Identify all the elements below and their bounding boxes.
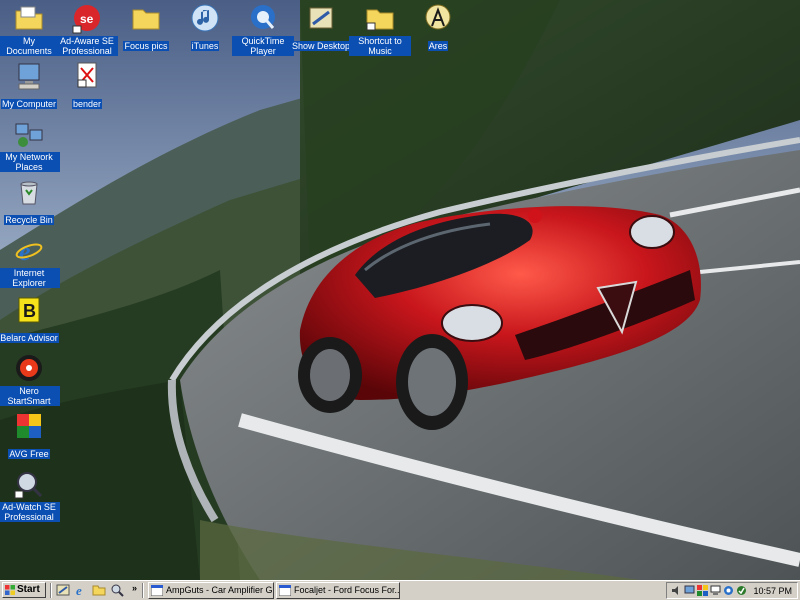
bender-file-icon: [77, 62, 97, 88]
internet-explorer-icon: e: [15, 237, 43, 266]
nero-icon: [16, 355, 42, 381]
svg-text:e: e: [76, 583, 82, 597]
icon-label: AVG Free: [8, 449, 50, 459]
desktop-icon-show-desktop[interactable]: Show Desktop: [290, 2, 352, 54]
icon-label: Belarc Advisor: [0, 333, 59, 343]
desktop-icon-internet-explorer[interactable]: e Internet Explorer: [0, 234, 60, 291]
task-button-ampguts[interactable]: AmpGuts - Car Amplifier G...: [148, 582, 274, 599]
desktop-icon-ad-aware[interactable]: se Ad-Aware SE Professional: [56, 2, 118, 59]
taskbar-separator: [142, 583, 144, 598]
itunes-icon: [191, 4, 219, 32]
desktop-icon-shortcut-music[interactable]: Shortcut to Music: [349, 2, 411, 59]
desktop-icon-focus-pics[interactable]: Focus pics: [115, 2, 177, 54]
belarc-icon: B: [18, 297, 40, 323]
quicklaunch-overflow-chevron[interactable]: »: [132, 583, 137, 593]
desktop-icon-nero[interactable]: Nero StartSmart: [0, 352, 60, 409]
icon-label: Shortcut to Music: [349, 36, 411, 56]
taskbar: Start e » AmpGuts - Car Amplifier G... F…: [0, 580, 800, 600]
icon-label: Show Desktop: [290, 41, 352, 51]
desktop-icon-my-documents[interactable]: My Documents: [0, 2, 60, 59]
wallpaper-image: [0, 0, 800, 580]
icon-label: QuickTime Player: [232, 36, 294, 56]
svg-text:se: se: [80, 12, 94, 26]
ie-window-icon: [151, 585, 163, 596]
windows-logo-icon: [5, 585, 15, 595]
desktop[interactable]: My Documents se Ad-Aware SE Professional…: [0, 0, 800, 580]
icon-label: iTunes: [190, 41, 220, 51]
start-button[interactable]: Start: [2, 582, 46, 598]
my-computer-icon: [18, 63, 40, 90]
ad-watch-icon: [14, 472, 43, 499]
task-button-focaljet[interactable]: Focaljet - Ford Focus For...: [276, 582, 400, 599]
avg-icon: [17, 414, 41, 438]
monitor-tray-icon[interactable]: [710, 585, 721, 596]
svg-text:e: e: [19, 237, 31, 266]
antivirus-tray-icon[interactable]: [697, 585, 708, 596]
taskbar-separator: [50, 583, 52, 598]
task-button-label: AmpGuts - Car Amplifier G...: [166, 585, 274, 595]
volume-icon[interactable]: [671, 585, 682, 596]
start-label: Start: [17, 584, 40, 595]
desktop-icon-recycle-bin[interactable]: Recycle Bin: [0, 176, 60, 228]
ie-window-icon: [279, 585, 291, 596]
system-tray: 10:57 PM: [666, 582, 798, 599]
icon-label: bender: [71, 99, 103, 109]
show-desktop-icon: [309, 7, 333, 29]
icon-label: Focus pics: [123, 41, 169, 51]
quicktime-icon: [251, 5, 275, 29]
ad-aware-icon: se: [72, 5, 100, 34]
quicktime-tray-icon[interactable]: [723, 585, 734, 596]
network-tray-icon[interactable]: [684, 585, 695, 596]
svg-text:B: B: [23, 301, 36, 321]
task-button-label: Focaljet - Ford Focus For...: [294, 585, 400, 595]
icon-label: Recycle Bin: [4, 215, 54, 225]
desktop-icon-my-computer[interactable]: My Computer: [0, 60, 60, 112]
recycle-bin-icon: [20, 181, 38, 205]
icon-label: Internet Explorer: [0, 268, 60, 288]
folder-icon: [132, 9, 160, 30]
icon-label: Ad-Aware SE Professional: [56, 36, 118, 56]
show-desktop-quicklaunch-icon[interactable]: [56, 583, 70, 597]
folder-quicklaunch-icon[interactable]: [92, 583, 106, 597]
desktop-icon-itunes[interactable]: iTunes: [174, 2, 236, 54]
folder-shortcut-icon: [366, 9, 394, 31]
network-places-icon: [15, 123, 43, 147]
folder-documents-icon: [15, 6, 43, 30]
icon-label: My Documents: [0, 36, 60, 56]
ares-icon: [425, 4, 451, 30]
update-tray-icon[interactable]: [736, 585, 747, 596]
clock[interactable]: 10:57 PM: [753, 585, 792, 597]
icon-label: Ad-Watch SE Professional: [0, 502, 60, 522]
desktop-icon-my-network-places[interactable]: My Network Places: [0, 118, 60, 175]
desktop-icon-ad-watch[interactable]: Ad-Watch SE Professional: [0, 468, 60, 525]
desktop-icon-quicktime[interactable]: QuickTime Player: [232, 2, 294, 59]
icon-label: Nero StartSmart: [0, 386, 60, 406]
desktop-icon-belarc-advisor[interactable]: B Belarc Advisor: [0, 294, 60, 346]
icon-label: Ares: [427, 41, 449, 51]
icon-label: My Computer: [0, 99, 57, 109]
desktop-icon-ares[interactable]: Ares: [407, 2, 469, 54]
search-quicklaunch-icon[interactable]: [110, 583, 124, 597]
desktop-icon-bender[interactable]: bender: [56, 60, 118, 112]
internet-explorer-quicklaunch-icon[interactable]: e: [74, 583, 88, 597]
desktop-icon-avg-free[interactable]: AVG Free: [0, 410, 60, 462]
icon-label: My Network Places: [0, 152, 60, 172]
